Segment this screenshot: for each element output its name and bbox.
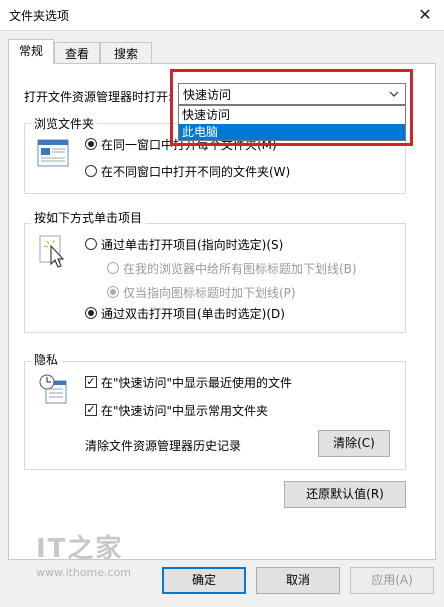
watermark-url: www.ithome.com bbox=[36, 566, 132, 579]
radio-single-click-label[interactable]: 通过单击打开项目(指向时选定)(S) bbox=[101, 236, 283, 253]
privacy-title: 隐私 bbox=[31, 351, 62, 368]
pointer-cursor-icon bbox=[38, 234, 68, 273]
radio-same-window[interactable] bbox=[85, 138, 97, 150]
tab-view[interactable]: 查看 bbox=[54, 42, 100, 64]
clear-history-label: 清除文件资源管理器历史记录 bbox=[85, 439, 242, 453]
radio-underline-hover bbox=[107, 286, 119, 298]
checkbox-recent-files-label[interactable]: 在"快速访问"中显示最近使用的文件 bbox=[101, 374, 292, 391]
ok-button[interactable]: 确定 bbox=[162, 567, 246, 594]
checkbox-recent-files[interactable]: ✓ bbox=[85, 376, 97, 388]
tab-general[interactable]: 常规 bbox=[8, 39, 54, 64]
radio-different-window[interactable] bbox=[85, 165, 97, 177]
cancel-button[interactable]: 取消 bbox=[256, 567, 340, 594]
title-bar: 文件夹选项 ✕ bbox=[0, 0, 444, 31]
clear-button[interactable]: 清除(C) bbox=[318, 430, 390, 457]
radio-different-window-label[interactable]: 在不同窗口中打开不同的文件夹(W) bbox=[101, 163, 290, 180]
click-items-title: 按如下方式单击项目 bbox=[31, 209, 146, 226]
folder-window-icon bbox=[37, 138, 69, 171]
restore-defaults-button[interactable]: 还原默认值(R) bbox=[284, 481, 406, 508]
window-title: 文件夹选项 bbox=[9, 9, 70, 23]
privacy-history-icon bbox=[38, 373, 68, 408]
annotation-highlight-frame bbox=[170, 69, 413, 146]
browse-folders-title: 浏览文件夹 bbox=[31, 115, 98, 132]
radio-underline-always bbox=[107, 262, 119, 274]
watermark-logo: IT之家 bbox=[36, 534, 124, 564]
checkbox-frequent-folders[interactable]: ✓ bbox=[85, 404, 97, 416]
radio-double-click[interactable] bbox=[85, 307, 97, 319]
checkbox-frequent-folders-label[interactable]: 在"快速访问"中显示常用文件夹 bbox=[101, 402, 268, 419]
tab-search[interactable]: 搜索 bbox=[100, 42, 152, 64]
radio-underline-always-label: 在我的浏览器中给所有图标标题加下划线(B) bbox=[123, 262, 357, 276]
apply-button[interactable]: 应用(A) bbox=[350, 567, 434, 594]
radio-single-click[interactable] bbox=[85, 238, 97, 250]
open-with-label: 打开文件资源管理器时打开: bbox=[24, 90, 173, 104]
radio-underline-hover-label: 仅当指向图标标题时加下划线(P) bbox=[123, 286, 296, 300]
radio-double-click-label[interactable]: 通过双击打开项目(单击时选定)(D) bbox=[101, 305, 285, 322]
close-icon[interactable]: ✕ bbox=[414, 4, 436, 26]
